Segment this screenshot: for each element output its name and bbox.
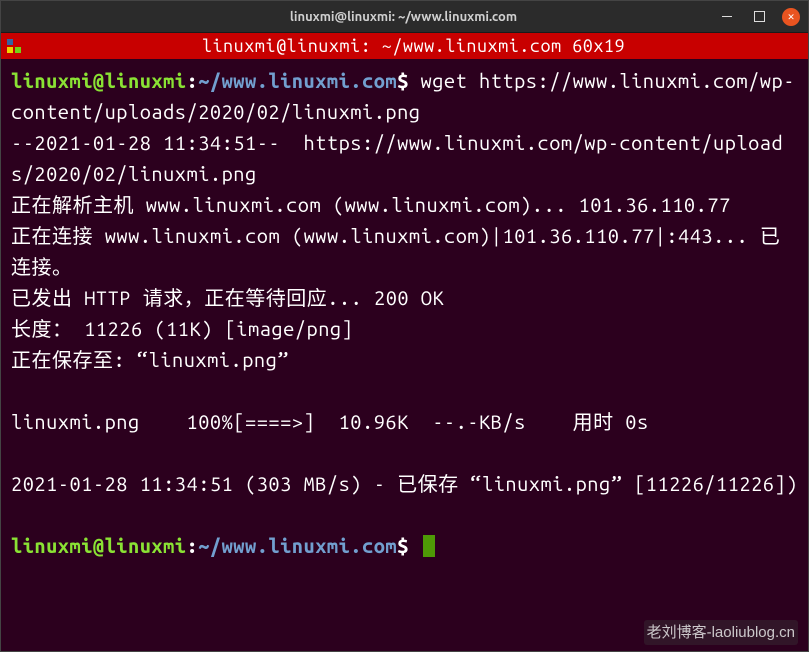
output-line: 2021-01-28 11:34:51 (303 MB/s) - 已保存 “li… bbox=[11, 468, 798, 499]
terminal-window: linuxmi@linuxmi: ~/www.linuxmi.com linux… bbox=[0, 0, 809, 652]
window-title: linuxmi@linuxmi: ~/www.linuxmi.com bbox=[89, 10, 718, 24]
maximize-button[interactable] bbox=[750, 8, 768, 26]
prompt-line-2: linuxmi@linuxmi:~/www.linuxmi.com$ bbox=[11, 530, 798, 561]
prompt-dollar: $ bbox=[397, 69, 409, 92]
output-line bbox=[11, 499, 798, 530]
terminal-cursor bbox=[423, 535, 435, 557]
output-line: 已发出 HTTP 请求，正在等待回应... 200 OK bbox=[11, 282, 798, 313]
terminal-output[interactable]: linuxmi@linuxmi:~/www.linuxmi.com$ wget … bbox=[1, 59, 808, 651]
prompt-path: ~/www.linuxmi.com bbox=[198, 69, 397, 92]
terminal-header-bar: linuxmi@linuxmi: ~/www.linuxmi.com 60x19 bbox=[1, 33, 808, 59]
prompt-colon: : bbox=[187, 69, 199, 92]
minimize-button[interactable] bbox=[718, 8, 736, 26]
close-button[interactable] bbox=[782, 8, 800, 26]
output-line: --2021-01-28 11:34:51-- https://www.linu… bbox=[11, 127, 798, 189]
output-line: 长度： 11226 (11K) [image/png] bbox=[11, 313, 798, 344]
watermark-text: 老刘博客-laoliublog.cn bbox=[644, 620, 798, 645]
output-line: 正在连接 www.linuxmi.com (www.linuxmi.com)|1… bbox=[11, 220, 798, 282]
window-titlebar[interactable]: linuxmi@linuxmi: ~/www.linuxmi.com bbox=[1, 1, 808, 33]
output-line bbox=[11, 437, 798, 468]
prompt-line-1: linuxmi@linuxmi:~/www.linuxmi.com$ wget … bbox=[11, 65, 798, 127]
prompt-user: linuxmi@linuxmi bbox=[11, 69, 187, 92]
app-icon bbox=[5, 37, 23, 55]
prompt-colon: : bbox=[187, 534, 199, 557]
output-line bbox=[11, 375, 798, 406]
output-line: 正在解析主机 www.linuxmi.com (www.linuxmi.com)… bbox=[11, 189, 798, 220]
output-line: 正在保存至: “linuxmi.png” bbox=[11, 344, 798, 375]
prompt-user: linuxmi@linuxmi bbox=[11, 534, 187, 557]
window-controls bbox=[718, 8, 800, 26]
prompt-dollar: $ bbox=[397, 534, 409, 557]
prompt-path: ~/www.linuxmi.com bbox=[198, 534, 397, 557]
cursor-spacer bbox=[409, 534, 421, 557]
progress-line: linuxmi.png 100%[====>] 10.96K --.-KB/s … bbox=[11, 406, 798, 437]
terminal-header-title: linuxmi@linuxmi: ~/www.linuxmi.com 60x19 bbox=[23, 36, 804, 56]
